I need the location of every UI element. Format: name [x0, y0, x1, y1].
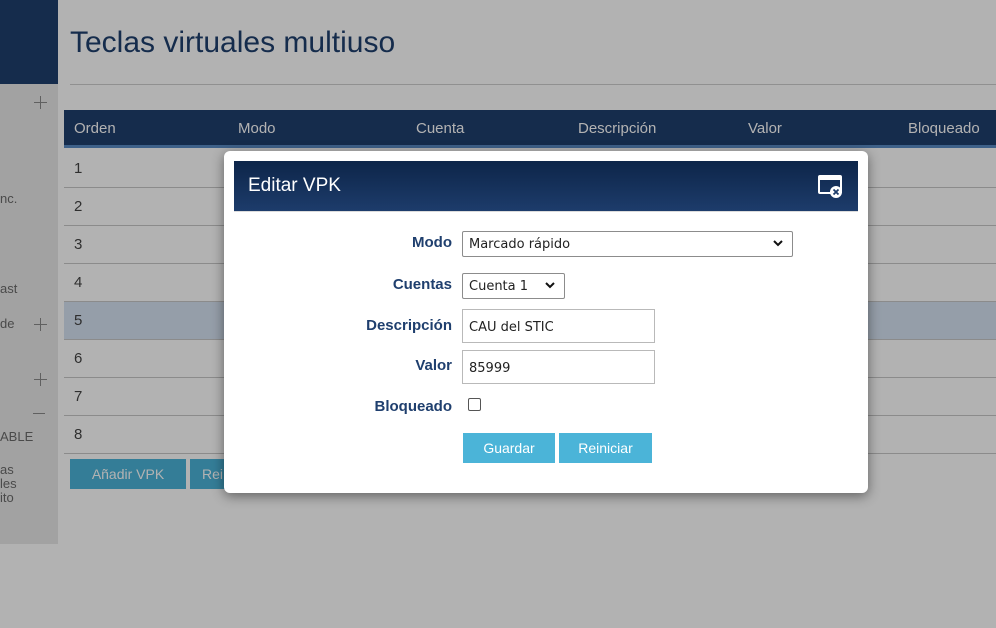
cuentas-label: Cuentas [392, 276, 452, 293]
save-button[interactable]: Guardar [463, 433, 555, 463]
cuentas-select[interactable]: Cuenta 1 [462, 273, 565, 299]
chevron-down-icon [545, 282, 555, 289]
bloqueado-checkbox[interactable] [468, 398, 481, 411]
divider [234, 211, 858, 212]
valor-label: Valor [415, 357, 452, 374]
descripcion-field[interactable]: CAU del STIC [462, 309, 655, 343]
dialog-title: Editar VPK [248, 175, 341, 196]
chevron-down-icon [773, 240, 783, 247]
bloqueado-label: Bloqueado [374, 398, 453, 415]
cuentas-selected-value: Cuenta 1 [469, 279, 529, 294]
modo-label: Modo [412, 234, 452, 251]
modo-selected-value: Marcado rápido [469, 237, 571, 252]
descripcion-label: Descripción [366, 317, 452, 334]
dialog-header: Editar VPK [234, 161, 858, 211]
reset-button[interactable]: Reiniciar [559, 433, 652, 463]
page: nc. ast de ABLE as les ito Teclas virtua… [0, 0, 996, 628]
edit-vpk-dialog: Editar VPK Modo Marcado rápido Cuentas C… [224, 151, 868, 493]
close-icon[interactable] [818, 173, 844, 199]
valor-field[interactable]: 85999 [462, 350, 655, 384]
modo-select[interactable]: Marcado rápido [462, 231, 793, 257]
